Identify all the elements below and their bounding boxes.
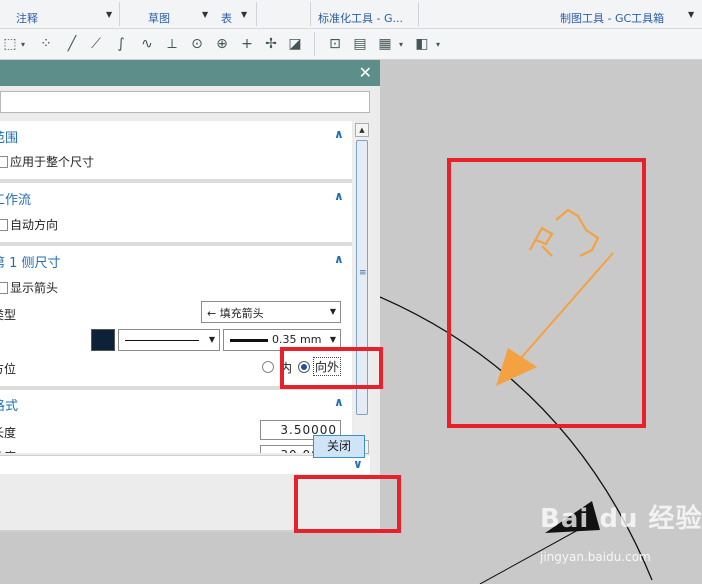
arrow-type-select[interactable]: ← 填充箭头 ▼ [201,301,341,323]
crosshair-icon[interactable]: ✢ [261,34,281,54]
line-style-preview [125,340,199,341]
point-icon[interactable]: ⁘ [36,34,56,54]
chevron-down-icon[interactable]: ▼ [106,10,112,19]
chevron-up-icon[interactable]: ∧ [334,127,344,141]
fillet-icon[interactable]: ⟂ [162,34,182,54]
ribbon-group-annotation[interactable]: 注释 [16,10,38,26]
chevron-down-icon: ▼ [208,335,215,344]
eraser-icon[interactable]: ◪ [285,34,305,54]
scroll-up-button[interactable]: ▲ [355,123,369,137]
section-title-workflow[interactable]: 工作流 [0,189,31,208]
close-button[interactable]: 关闭 [313,435,365,458]
view-settings-icon[interactable]: ⊡ [325,34,345,54]
section-title-side1[interactable]: 第 1 侧尺寸 [0,252,61,271]
flag-icon[interactable]: ◧ [412,34,432,54]
arrow-type-value: ← 填充箭头 [207,307,264,320]
circle-icon[interactable]: ⊙ [187,34,207,54]
chevron-down-icon[interactable]: ▼ [202,10,208,19]
ribbon-group-table[interactable]: 表 [221,10,232,26]
dialog-title-bar: ✕ [0,60,380,86]
rectangle-select-icon[interactable]: ⬚ [0,34,20,54]
orientation-label: 方位 [0,362,17,376]
divider [418,2,419,26]
apply-entire-dimension-label: 应用于整个尺寸 [10,155,95,169]
chevron-down-icon[interactable]: ▾ [395,34,407,54]
chevron-down-icon: ▼ [329,307,336,316]
annotation-highlight-orientation [280,347,383,389]
chevron-down-icon: ▼ [329,335,336,344]
auto-orientation-label: 自动方向 [10,218,59,232]
plus-icon[interactable]: + [237,34,257,54]
spline-icon[interactable]: ∿ [137,34,157,54]
grip-icon: ≡ [359,268,367,278]
ribbon-group-sketch[interactable]: 草图 [148,10,170,26]
chevron-down-icon[interactable]: ▾ [18,34,28,54]
drawing-toolbar: ⬚ ▾ ⁘ ╱ ⟋ ∫ ∿ ⟂ ⊙ ⊕ + ✢ ◪ ⊡ ▤ ▦ ▾ ◧ ▾ [0,29,702,60]
line-icon[interactable]: ╱ [62,34,82,54]
show-arrows-label: 显示箭头 [10,281,59,295]
ribbon-group-drafting-tools[interactable]: 制图工具 - GC工具箱 [560,10,664,26]
ribbon-group-standardization[interactable]: 标准化工具 - G... [318,10,403,26]
line-width-preview [230,339,268,342]
chevron-down-icon[interactable]: ∨ [353,457,363,471]
annotation-highlight-close [294,475,401,533]
section-range: 范围 ∧ 应用于整个尺寸 [0,121,352,179]
annotation-highlight-arrow [447,158,646,428]
chevron-down-icon[interactable]: ▼ [241,10,247,19]
auto-orientation-checkbox[interactable] [0,219,8,231]
chevron-down-icon[interactable]: ▼ [688,10,694,19]
divider [119,2,120,26]
table-icon[interactable]: ▦ [375,34,395,54]
watermark-url: jingyan.baidu.com [540,550,651,564]
radio-inward[interactable] [262,361,274,373]
profile-icon[interactable]: ⟋ [86,34,106,54]
chevron-up-icon[interactable]: ∧ [334,189,344,203]
chevron-up-icon[interactable]: ∧ [334,395,344,409]
chevron-down-icon[interactable]: ▾ [432,34,444,54]
section-workflow: 工作流 ∧ 自动方向 [0,183,352,242]
section-format: 格式 ∧ 长度 3.50000 角度 30.0000 [0,390,352,453]
divider [256,2,257,26]
sheet-icon[interactable]: ▤ [350,34,370,54]
curve-icon[interactable]: ∫ [111,34,131,54]
line-width-value: 0.35 mm [272,333,322,346]
ribbon-group-bar: 注释 ▼ 草图 ▼ 表 ▼ 标准化工具 - G... 制图工具 - GC工具箱 … [0,0,702,29]
arrow-type-label: 类型 [0,308,17,322]
divider [310,2,311,26]
color-swatch[interactable] [91,329,115,351]
section-title-range[interactable]: 范围 [0,127,18,146]
arrow-settings-dialog: ✕ 范围 ∧ 应用于整个尺寸 工作流 ∧ 自动方向 第 1 侧尺寸 ∧ 显示箭头… [0,60,380,532]
chevron-up-icon[interactable]: ∧ [334,252,344,266]
length-label: 长度 [0,426,17,440]
show-arrows-checkbox[interactable] [0,282,8,294]
line-style-select[interactable]: ▼ [118,329,220,351]
angle-label: 角度 [0,448,16,453]
divider [314,32,315,56]
dialog-top-field[interactable] [0,91,370,113]
close-icon[interactable]: ✕ [359,63,372,82]
apply-entire-dimension-checkbox[interactable] [0,156,8,168]
baidu-watermark: Bai du 经验 jingyan.baidu.com [540,498,702,584]
section-title-format[interactable]: 格式 [0,395,18,414]
circle-target-icon[interactable]: ⊕ [212,34,232,54]
watermark-logo: Bai du 经验 [540,504,702,534]
